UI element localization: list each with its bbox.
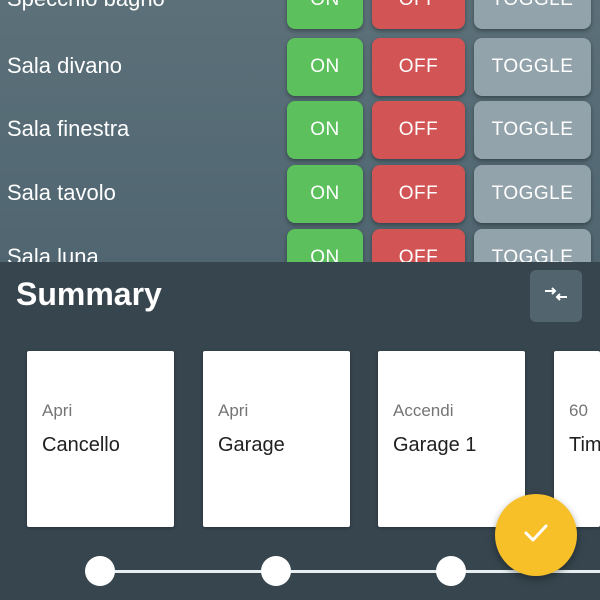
timeline-step-dot[interactable] bbox=[436, 556, 466, 586]
device-name: Sala luna bbox=[7, 244, 99, 262]
on-button[interactable]: ON bbox=[287, 229, 363, 262]
device-row: Sala divano ON OFF TOGGLE bbox=[0, 38, 600, 96]
device-name: Sala divano bbox=[7, 53, 122, 78]
toggle-button[interactable]: TOGGLE bbox=[474, 101, 591, 159]
device-row: Sala finestra ON OFF TOGGLE bbox=[0, 101, 600, 159]
off-button[interactable]: OFF bbox=[372, 0, 465, 29]
card-target: Timer bbox=[569, 434, 600, 456]
on-button[interactable]: ON bbox=[287, 38, 363, 96]
summary-card[interactable]: 60 Timer bbox=[554, 351, 600, 527]
card-target: Cancello bbox=[42, 434, 120, 456]
toggle-button[interactable]: TOGGLE bbox=[474, 165, 591, 223]
toggle-button[interactable]: TOGGLE bbox=[474, 0, 591, 29]
off-button[interactable]: OFF bbox=[372, 165, 465, 223]
summary-card[interactable]: Apri Cancello bbox=[27, 351, 174, 527]
timeline-step-dot[interactable] bbox=[261, 556, 291, 586]
device-name: Sala tavolo bbox=[7, 180, 116, 205]
confirm-button[interactable] bbox=[495, 494, 577, 576]
off-button[interactable]: OFF bbox=[372, 101, 465, 159]
on-button[interactable]: ON bbox=[287, 0, 363, 29]
device-list: Specchio bagno ON OFF TOGGLE Sala divano… bbox=[0, 0, 600, 262]
timeline-step-dot[interactable] bbox=[85, 556, 115, 586]
on-button[interactable]: ON bbox=[287, 101, 363, 159]
device-row: Specchio bagno ON OFF TOGGLE bbox=[0, 0, 600, 29]
collapse-button[interactable] bbox=[530, 270, 582, 322]
device-row: Sala tavolo ON OFF TOGGLE bbox=[0, 165, 600, 223]
toggle-button[interactable]: TOGGLE bbox=[474, 38, 591, 96]
off-button[interactable]: OFF bbox=[372, 38, 465, 96]
card-action: 60 bbox=[569, 401, 588, 420]
on-button[interactable]: ON bbox=[287, 165, 363, 223]
device-name: Specchio bagno bbox=[7, 0, 165, 14]
card-target: Garage 1 bbox=[393, 434, 477, 456]
toggle-button[interactable]: TOGGLE bbox=[474, 229, 591, 262]
device-row: Sala luna ON OFF TOGGLE bbox=[0, 229, 600, 262]
off-button[interactable]: OFF bbox=[372, 229, 465, 262]
device-name: Sala finestra bbox=[7, 116, 130, 141]
summary-card[interactable]: Accendi Garage 1 bbox=[378, 351, 525, 527]
card-action: Accendi bbox=[393, 401, 454, 420]
summary-card[interactable]: Apri Garage bbox=[203, 351, 350, 527]
card-target: Garage bbox=[218, 434, 285, 456]
card-action: Apri bbox=[42, 401, 73, 420]
summary-title: Summary bbox=[16, 276, 162, 312]
check-icon bbox=[521, 518, 551, 553]
card-action: Apri bbox=[218, 401, 249, 420]
summary-sheet: Summary Apri Cancello Apri Garage Accend… bbox=[0, 262, 600, 600]
collapse-arrows-icon bbox=[543, 281, 569, 312]
